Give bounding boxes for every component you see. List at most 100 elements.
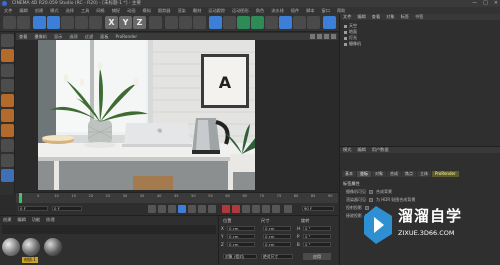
- points-mode-icon[interactable]: [1, 94, 14, 107]
- viewport[interactable]: A: [16, 40, 338, 192]
- om-menu-file[interactable]: 文件: [343, 14, 351, 20]
- y-axis-lock-button[interactable]: Y: [119, 16, 132, 29]
- material-swatch-2[interactable]: [22, 238, 40, 256]
- rot-h-field[interactable]: 0 °: [303, 226, 331, 231]
- next-key-icon[interactable]: [198, 205, 206, 213]
- undo-icon[interactable]: [3, 16, 16, 29]
- material-menu-texture[interactable]: 纹理: [46, 217, 54, 223]
- viewport-menu-filter[interactable]: 过滤: [85, 33, 93, 40]
- key-position-icon[interactable]: [252, 205, 260, 213]
- menu-render[interactable]: 渲染: [177, 7, 185, 14]
- attr-tab-coord[interactable]: 坐标: [357, 171, 371, 177]
- x-axis-lock-button[interactable]: X: [105, 16, 118, 29]
- end-frame-field[interactable]: 90 F: [302, 206, 334, 211]
- menu-motion-tracker[interactable]: 运动跟踪: [208, 7, 225, 14]
- goto-end-icon[interactable]: [208, 205, 216, 213]
- menu-sculpt[interactable]: 雕刻: [193, 7, 201, 14]
- menu-script[interactable]: 脚本: [306, 7, 314, 14]
- deformer-icon[interactable]: [265, 16, 278, 29]
- edges-mode-icon[interactable]: [1, 109, 14, 122]
- object-row[interactable]: 地面: [344, 29, 357, 34]
- menu-pipeline[interactable]: 流水线: [271, 7, 284, 14]
- attr-tab-focus[interactable]: 焦点: [402, 171, 416, 177]
- viewport-menu-options[interactable]: 选项: [69, 33, 77, 40]
- menu-plugins[interactable]: 插件: [291, 7, 299, 14]
- goto-start-icon[interactable]: [148, 205, 156, 213]
- size-x-field[interactable]: 0 cm: [263, 226, 291, 231]
- object-row[interactable]: 灯光: [344, 35, 357, 40]
- apply-button[interactable]: 应用: [303, 253, 331, 260]
- menu-create[interactable]: 创建: [35, 7, 43, 14]
- viewport-menu-panel[interactable]: 面板: [100, 33, 108, 40]
- pos-x-field[interactable]: 0 cm: [227, 226, 255, 231]
- attr-menu-edit[interactable]: 编辑: [357, 147, 365, 153]
- om-menu-tags[interactable]: 标签: [401, 14, 409, 20]
- menu-tools[interactable]: 工具: [81, 7, 89, 14]
- live-selection-icon[interactable]: [33, 16, 46, 29]
- material-swatch-1[interactable]: [2, 238, 20, 256]
- om-menu-objects[interactable]: 对象: [386, 14, 394, 20]
- move-icon[interactable]: [47, 16, 60, 29]
- viewport-menu-camera[interactable]: 摄像机: [34, 33, 47, 40]
- subdivision-icon[interactable]: [237, 16, 250, 29]
- menu-edit[interactable]: 编辑: [19, 7, 27, 14]
- camera-icon[interactable]: [293, 16, 306, 29]
- recent-tools-icon[interactable]: [89, 16, 102, 29]
- menu-mesh[interactable]: 网格: [96, 7, 104, 14]
- record-icon[interactable]: [222, 205, 230, 213]
- menu-file[interactable]: 文件: [4, 7, 12, 14]
- viewport-menu-display[interactable]: 显示: [54, 33, 62, 40]
- viewport-maximize-icon[interactable]: [331, 34, 336, 39]
- object-row[interactable]: 天空: [344, 23, 357, 28]
- menu-snap[interactable]: 捕捉: [112, 7, 120, 14]
- redo-icon[interactable]: [17, 16, 30, 29]
- menu-simulate[interactable]: 模拟: [143, 7, 151, 14]
- menu-tracker[interactable]: 跟踪器: [158, 7, 171, 14]
- coordinate-system-icon[interactable]: [149, 16, 162, 29]
- timeline-layout-icon[interactable]: [284, 205, 292, 213]
- material-swatch-3[interactable]: [44, 238, 62, 256]
- viewport-zoom-icon[interactable]: [317, 34, 322, 39]
- size-z-field[interactable]: 0 cm: [263, 242, 291, 247]
- timeline-ruler[interactable]: 0 5 10 15 20 25 30 35 40 45 50 55 60 65 70 75 80 85 90: [16, 192, 338, 204]
- material-swatch-label[interactable]: 材质.1: [22, 257, 38, 263]
- cube-icon[interactable]: [209, 16, 222, 29]
- rot-b-field[interactable]: 0 °: [303, 242, 331, 247]
- polygons-mode-icon[interactable]: [1, 124, 14, 137]
- layout-icon[interactable]: [323, 16, 336, 29]
- tweak-mode-icon[interactable]: [1, 154, 14, 167]
- maximize-button[interactable]: □: [483, 0, 488, 7]
- pen-icon[interactable]: [223, 16, 236, 29]
- om-menu-bookmarks[interactable]: 书签: [415, 14, 423, 20]
- autokey-icon[interactable]: [232, 205, 240, 213]
- texture-mode-icon[interactable]: [1, 64, 14, 77]
- keyframe-selection-icon[interactable]: [242, 205, 250, 213]
- attr-menu-mode[interactable]: 模式: [343, 147, 351, 153]
- menu-mode[interactable]: 模式: [50, 7, 58, 14]
- key-scale-icon[interactable]: [272, 205, 280, 213]
- z-axis-lock-button[interactable]: Z: [133, 16, 146, 29]
- menu-animate[interactable]: 动画: [127, 7, 135, 14]
- workplane-icon[interactable]: [1, 79, 14, 92]
- object-row[interactable]: 摄像机: [344, 41, 361, 46]
- menu-character[interactable]: 角色: [256, 7, 264, 14]
- viewport-menu-view[interactable]: 查看: [19, 33, 27, 40]
- menu-help[interactable]: 帮助: [337, 7, 345, 14]
- scale-icon[interactable]: [61, 16, 74, 29]
- start-frame-field[interactable]: 0 F: [52, 206, 82, 211]
- snap-icon[interactable]: [1, 169, 14, 182]
- viewport-rotate-icon[interactable]: [324, 34, 329, 39]
- render-view-icon[interactable]: [165, 16, 178, 29]
- menu-window[interactable]: 窗口: [322, 7, 330, 14]
- size-y-field[interactable]: 0 cm: [263, 234, 291, 239]
- attr-menu-userdata[interactable]: 用户数据: [372, 147, 389, 153]
- floor-icon[interactable]: [279, 16, 292, 29]
- attr-tab-prorender[interactable]: ProRender: [432, 171, 459, 177]
- next-frame-icon[interactable]: [188, 205, 196, 213]
- close-button[interactable]: ×: [494, 0, 498, 7]
- viewport-menu-prorender[interactable]: ProRender: [116, 33, 138, 40]
- material-menu-edit[interactable]: 编辑: [17, 217, 25, 223]
- attr-tab-stereo[interactable]: 立体: [417, 171, 431, 177]
- material-menu-create[interactable]: 创建: [3, 217, 11, 223]
- light-icon[interactable]: [307, 16, 320, 29]
